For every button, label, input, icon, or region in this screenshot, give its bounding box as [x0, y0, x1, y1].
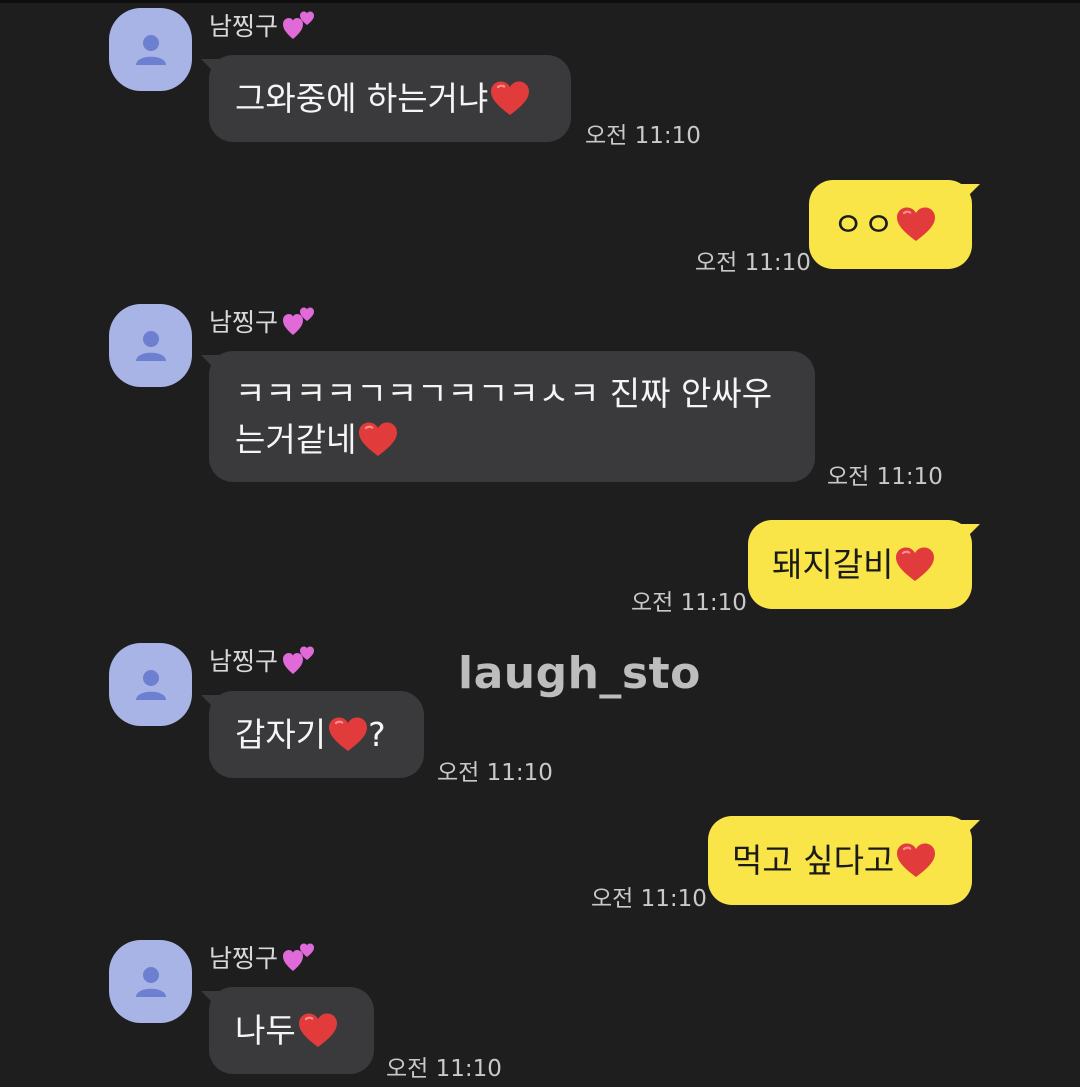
heart-icon [490, 81, 530, 117]
message-time: 오전 11:10 [631, 590, 747, 616]
sender-label: 남찡구 [209, 12, 279, 41]
sender-name: 남찡구 [209, 643, 318, 677]
heart-icon [895, 547, 935, 583]
sender-label: 남찡구 [209, 647, 279, 676]
message-text: ㅇㅇ [833, 204, 894, 244]
message-bubble-outgoing[interactable]: ㅇㅇ [809, 180, 972, 269]
message-text: 나두 [235, 1010, 296, 1050]
message-text: 먹고 싶다고 [732, 840, 895, 880]
message-text: 돼지갈비 [772, 544, 894, 584]
sender-label: 남찡구 [209, 944, 279, 973]
heart-icon [298, 1013, 338, 1049]
avatar[interactable] [109, 304, 192, 387]
avatar[interactable] [109, 8, 192, 91]
message-line-wrap: 는거같네 [235, 417, 398, 463]
message-suffix: ? [368, 714, 386, 754]
message-time: 오전 11:10 [386, 1056, 502, 1082]
message-time: 오전 11:10 [827, 464, 943, 490]
message-text: 그와중에 하는거냐 [235, 78, 489, 118]
watermark: laugh_sto [458, 648, 701, 699]
person-icon [131, 665, 171, 705]
message-bubble-incoming[interactable]: ㅋㅋㅋㅋㄱㅋㄱㅋㄱㅋㅅㅋ 진짜 안싸우 는거같네 [209, 351, 815, 482]
message-time: 오전 11:10 [585, 123, 701, 149]
message-text: 갑자기 [235, 714, 327, 754]
message-line: ㅋㅋㅋㅋㄱㅋㄱㅋㄱㅋㅅㅋ 진짜 안싸우 [235, 373, 773, 413]
heart-icon [328, 717, 368, 753]
avatar[interactable] [109, 940, 192, 1023]
top-edge [0, 0, 1080, 3]
message-time: 오전 11:10 [695, 250, 811, 276]
person-icon [131, 962, 171, 1002]
sender-label: 남찡구 [209, 308, 279, 337]
message-bubble-outgoing[interactable]: 먹고 싶다고 [708, 816, 972, 905]
person-icon [131, 326, 171, 366]
message-time: 오전 11:10 [591, 886, 707, 912]
message-line: 는거같네 [235, 419, 357, 459]
heart-icon [358, 422, 398, 458]
message-bubble-incoming[interactable]: 그와중에 하는거냐 [209, 55, 571, 142]
avatar[interactable] [109, 643, 192, 726]
two-hearts-icon [282, 644, 318, 676]
two-hearts-icon [282, 941, 318, 973]
message-bubble-incoming[interactable]: 갑자기 ? [209, 691, 424, 778]
heart-icon [896, 843, 936, 879]
sender-name: 남찡구 [209, 940, 318, 974]
person-icon [131, 30, 171, 70]
message-bubble-outgoing[interactable]: 돼지갈비 [748, 520, 972, 609]
sender-name: 남찡구 [209, 8, 318, 42]
heart-icon [896, 207, 936, 243]
sender-name: 남찡구 [209, 304, 318, 338]
message-bubble-incoming[interactable]: 나두 [209, 987, 374, 1074]
two-hearts-icon [282, 9, 318, 41]
message-time: 오전 11:10 [437, 760, 553, 786]
two-hearts-icon [282, 305, 318, 337]
